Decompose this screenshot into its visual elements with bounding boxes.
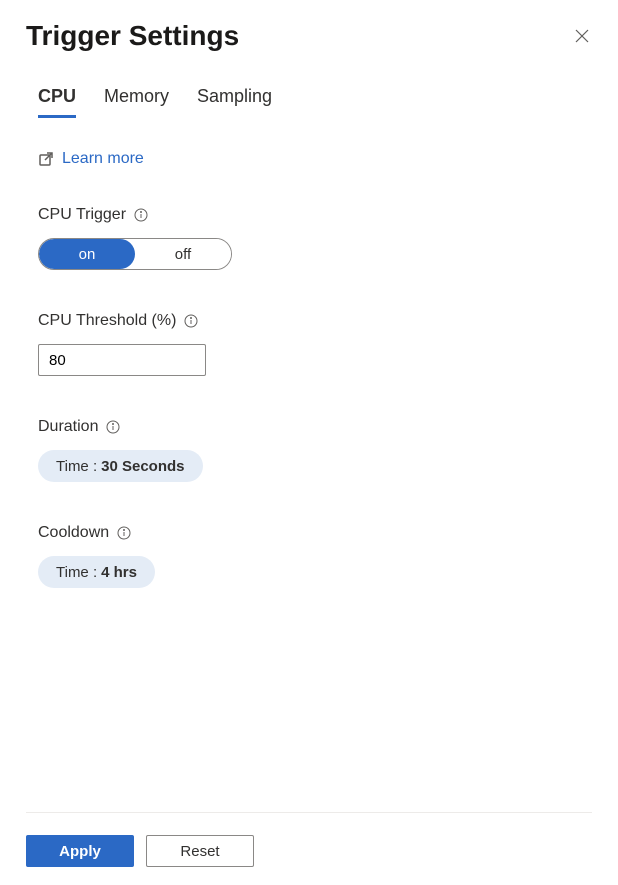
page-title: Trigger Settings — [26, 20, 239, 52]
cooldown-label: Cooldown — [38, 524, 109, 542]
learn-more-link[interactable]: Learn more — [38, 150, 144, 168]
cooldown-time-value: 4 hrs — [101, 564, 137, 581]
cpu-trigger-label: CPU Trigger — [38, 206, 126, 224]
duration-label: Duration — [38, 418, 98, 436]
duration-selector[interactable]: Time : 30 Seconds — [38, 450, 203, 482]
toggle-off[interactable]: off — [135, 239, 231, 269]
info-icon[interactable] — [106, 420, 120, 434]
reset-button[interactable]: Reset — [146, 835, 254, 867]
cooldown-time-label: Time : — [56, 564, 97, 581]
footer-divider — [26, 812, 592, 813]
tab-sampling[interactable]: Sampling — [197, 86, 272, 118]
duration-time-value: 30 Seconds — [101, 458, 184, 475]
tab-bar: CPU Memory Sampling — [0, 62, 618, 118]
info-icon[interactable] — [117, 526, 131, 540]
cpu-threshold-input[interactable] — [38, 344, 206, 376]
close-button[interactable] — [572, 26, 592, 46]
toggle-on[interactable]: on — [39, 239, 135, 269]
cooldown-selector[interactable]: Time : 4 hrs — [38, 556, 155, 588]
external-link-icon — [38, 151, 54, 167]
cpu-trigger-toggle[interactable]: on off — [38, 238, 232, 270]
info-icon[interactable] — [134, 208, 148, 222]
info-icon[interactable] — [184, 314, 198, 328]
close-icon — [574, 28, 590, 44]
duration-time-label: Time : — [56, 458, 97, 475]
tab-memory[interactable]: Memory — [104, 86, 169, 118]
tab-cpu[interactable]: CPU — [38, 86, 76, 118]
cpu-threshold-label: CPU Threshold (%) — [38, 312, 176, 330]
apply-button[interactable]: Apply — [26, 835, 134, 867]
learn-more-label: Learn more — [62, 150, 144, 168]
